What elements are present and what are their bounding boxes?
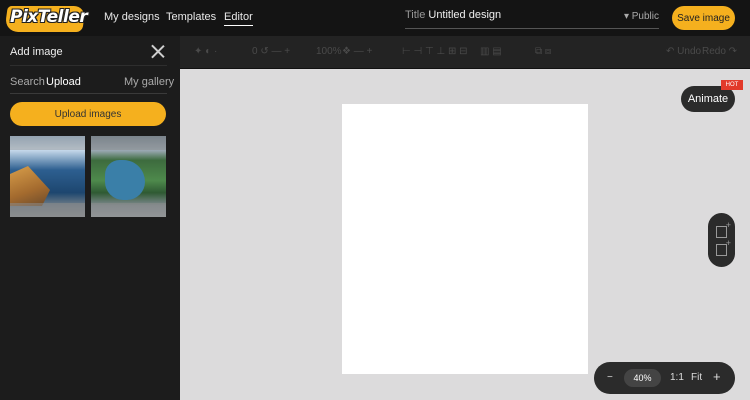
add-page-icon[interactable] [716,220,731,238]
image-thumbnail[interactable] [10,136,85,217]
undo-button[interactable]: ↶ Undo [666,46,701,57]
hot-badge: HOT [721,80,743,90]
image-thumbnail[interactable] [91,136,166,217]
zoom-controls: − 40% 1:1 Fit + [594,362,735,394]
tab-upload[interactable]: Upload [46,76,81,88]
panel-title: Add image [10,46,63,58]
redo-button[interactable]: Redo ↷ [702,46,737,57]
undo-label: Undo [677,46,702,57]
toolbar-zoom[interactable]: 100% [316,46,342,57]
thumb-overlay [10,203,85,217]
upload-images-button[interactable]: Upload images [10,102,166,126]
save-image-button[interactable]: Save image [672,6,735,30]
logo-text: PixTeller [10,7,88,27]
title-field[interactable]: Title Untitled design ▾ Public [405,9,659,29]
zoom-1-1-button[interactable]: 1:1 [670,372,684,383]
thumb-overlay [91,136,166,150]
align-icons[interactable]: ⊢ ⊣ ⊤ ⊥ ⊞ ⊟ [402,46,468,57]
tab-search[interactable]: Search [10,76,45,88]
rotate-icon[interactable]: 0 ↺ — + [252,46,290,57]
zoom-in-button[interactable]: + [713,369,721,384]
top-bar: PixTeller My designs Templates Editor Ti… [0,0,750,36]
group-icon[interactable]: ⧉ ⧈ [535,46,551,57]
distribute-icons[interactable]: ▥ ▤ [480,46,502,57]
duplicate-page-icon[interactable] [716,238,731,256]
zoom-out-button[interactable]: − [607,372,613,383]
divider [10,65,167,66]
divider [10,93,167,94]
title-label: Title [405,9,426,21]
close-icon[interactable] [151,44,165,58]
page-tools [708,213,735,267]
zoom-level[interactable]: 40% [624,369,661,387]
pixteller-logo[interactable]: PixTeller [4,4,88,32]
visibility-dropdown[interactable]: ▾ Public [624,11,659,22]
editor-toolbar: ✦ ◐ · 0 ↺ — + 100% ❖ — + ⊢ ⊣ ⊤ ⊥ ⊞ ⊟ ▥ ▤… [180,36,750,69]
nav-templates[interactable]: Templates [166,11,216,23]
title-input[interactable]: Untitled design [428,9,501,21]
thumb-overlay [10,136,85,150]
nav-my-designs[interactable]: My designs [104,11,160,23]
zoom-fit-button[interactable]: Fit [691,372,702,383]
redo-label: Redo [702,46,726,57]
add-image-panel: Add image Search Upload My gallery Uploa… [0,36,180,400]
tab-my-gallery[interactable]: My gallery [124,76,174,88]
design-canvas[interactable] [342,104,588,374]
nav-editor[interactable]: Editor [224,11,253,26]
water-shape [105,160,145,200]
opacity-icon[interactable]: ❖ — + [342,46,372,57]
thumb-overlay [91,203,166,217]
layer-icon[interactable]: ✦ ◐ · [194,46,217,57]
cliff-shape [10,166,50,206]
